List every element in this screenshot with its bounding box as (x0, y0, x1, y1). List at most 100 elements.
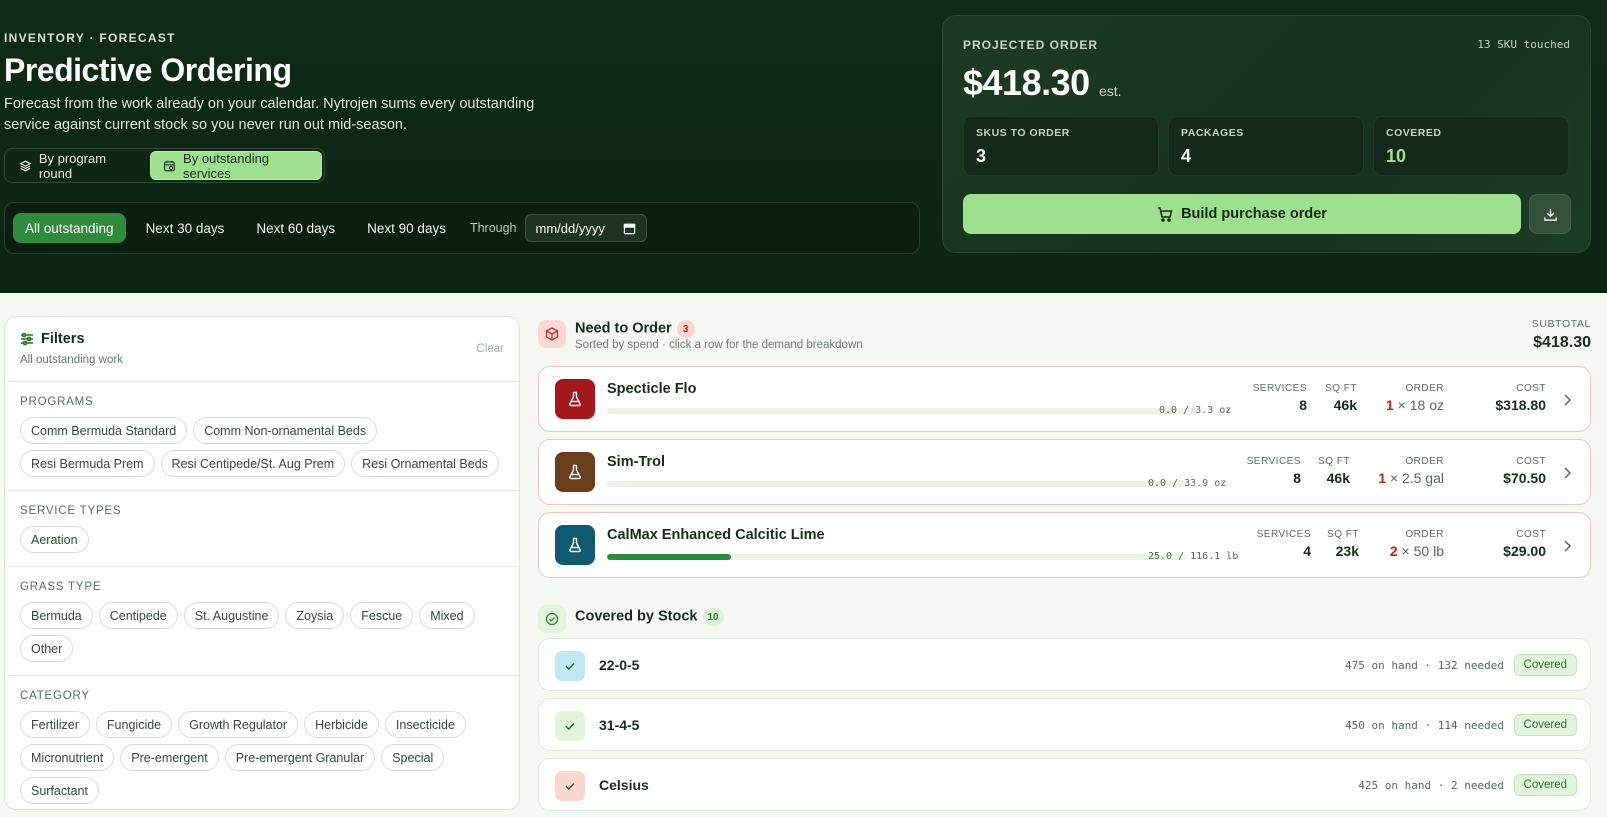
filters-panel: Filters All outstanding work Clear PROGR… (4, 316, 520, 810)
filter-chip[interactable]: Centipede (98, 602, 178, 629)
flask-icon (555, 525, 595, 565)
stat-skus-to-order: SKUS TO ORDER 3 (963, 116, 1159, 176)
filter-chip[interactable]: Aeration (20, 526, 89, 553)
services-value: 8 (1293, 470, 1301, 486)
check-circle-icon (538, 605, 566, 633)
filter-chip[interactable]: Comm Non-ornamental Beds (193, 417, 378, 444)
covered-row[interactable]: Celsius 425 on hand · 2 needed Covered (538, 758, 1591, 811)
product-name: Celsius (599, 777, 649, 793)
check-icon (555, 711, 585, 741)
order-value: 1 × 2.5 gal (1378, 470, 1444, 486)
filter-section-programs: PROGRAMS Comm Bermuda Standard Comm Non-or… (5, 382, 519, 491)
stat-packages: PACKAGES 4 (1168, 116, 1364, 176)
need-to-order-title: Need to Order 3 (575, 320, 695, 338)
through-date-input[interactable]: mm/dd/yyyy (524, 214, 647, 242)
stock-ratio: 0.0 / 33.9 oz (1148, 478, 1227, 489)
estimate-suffix: est. (1099, 83, 1122, 99)
section-title-text: Need to Order (575, 320, 672, 337)
stock-progress-bar (607, 408, 1197, 414)
range-next-30-days[interactable]: Next 30 days (134, 213, 237, 243)
order-unit: × 18 oz (1397, 397, 1444, 413)
sqft-value: 46k (1333, 397, 1357, 413)
stat-label: PACKAGES (1181, 127, 1244, 139)
chevron-right-icon[interactable] (1562, 466, 1572, 480)
covered-title: Covered by Stock 10 (575, 608, 724, 626)
order-value: 1 × 18 oz (1386, 397, 1444, 413)
col-label: SERVICES (1252, 383, 1307, 394)
services-value: 4 (1303, 543, 1311, 559)
order-row[interactable]: CalMax Enhanced Calcitic Lime 25.0 / 116.… (538, 512, 1591, 578)
services-column: SERVICES 8 (1253, 383, 1307, 413)
stock-ratio: 0.0 / 3.3 oz (1159, 405, 1232, 416)
range-all-outstanding[interactable]: All outstanding (13, 213, 126, 243)
clear-filters-button[interactable]: Clear (477, 343, 504, 355)
order-row[interactable]: Specticle Flo 0.0 / 3.3 oz SERVICES 8 SQ FT 4… (538, 366, 1591, 432)
order-qty: 1 (1385, 397, 1394, 413)
filter-section-service-types: SERVICE TYPES Aeration (5, 491, 519, 567)
cost-column: COST $318.80 (1495, 383, 1546, 413)
mode-by-program-round[interactable]: By program round (7, 151, 146, 181)
filters-header: Filters All outstanding work Clear (5, 317, 519, 382)
range-next-60-days[interactable]: Next 60 days (244, 213, 347, 243)
col-label: COST (1516, 529, 1546, 540)
stock-summary: 450 on hand · 114 needed (1345, 719, 1504, 732)
filter-chip[interactable]: Resi Ornamental Beds (351, 450, 499, 477)
sqft-column: SQ FT 46k (1318, 456, 1350, 486)
filter-chip[interactable]: Special (381, 744, 445, 771)
col-label: ORDER (1405, 529, 1444, 540)
filter-chip[interactable]: Other (20, 635, 74, 662)
filter-chip[interactable]: Fertilizer (20, 711, 90, 738)
projected-order-label: PROJECTED ORDER (963, 38, 1099, 52)
build-purchase-order-button[interactable]: Build purchase order (963, 194, 1521, 234)
filter-chip[interactable]: Zoysia (285, 602, 345, 629)
filter-chip[interactable]: St. Augustine (183, 602, 280, 629)
order-row[interactable]: Sim-Trol 0.0 / 33.9 oz SERVICES 8 SQ FT 46k OR… (538, 439, 1591, 505)
order-column: ORDER 2 × 50 lb (1390, 529, 1444, 559)
covered-row[interactable]: 22-0-5 475 on hand · 132 needed Covered (538, 638, 1591, 691)
filter-chip[interactable]: Resi Bermuda Prem (20, 450, 155, 477)
package-icon (538, 320, 566, 348)
col-label: ORDER (1405, 456, 1444, 467)
filter-chip[interactable]: Resi Centipede/St. Aug Prem (160, 450, 346, 477)
range-next-90-days[interactable]: Next 90 days (355, 213, 458, 243)
filter-chip[interactable]: Pre-emergent Granular (224, 744, 376, 771)
filter-chip[interactable]: Fescue (350, 602, 414, 629)
calendar-icon (164, 160, 175, 171)
stock-progress-bar (607, 481, 1186, 487)
calendar-icon[interactable] (623, 222, 636, 235)
filter-chip[interactable]: Comm Bermuda Standard (20, 417, 188, 444)
order-qty: 1 (1378, 470, 1386, 486)
flask-icon (555, 452, 595, 492)
filter-chip[interactable]: Fungicide (95, 711, 173, 738)
col-label: SERVICES (1256, 529, 1311, 540)
mode-by-outstanding-services[interactable]: By outstanding services (150, 150, 322, 181)
product-name: Specticle Flo (607, 381, 697, 397)
filter-chip[interactable]: Growth Regulator (178, 711, 299, 738)
filter-chip[interactable]: Mixed (419, 602, 475, 629)
date-placeholder: mm/dd/yyyy (535, 220, 605, 236)
cost-column: COST $29.00 (1503, 529, 1546, 559)
services-value: 8 (1299, 397, 1307, 413)
filter-chip[interactable]: Pre-emergent (120, 744, 219, 771)
product-name: 31-4-5 (599, 717, 640, 733)
col-label: SERVICES (1246, 456, 1301, 467)
page-title: Predictive Ordering (4, 52, 292, 88)
download-icon (1543, 208, 1557, 221)
chevron-right-icon[interactable] (1562, 393, 1572, 407)
filter-chip[interactable]: Surfactant (20, 777, 99, 804)
order-qty: 2 (1389, 543, 1398, 559)
download-button[interactable] (1529, 194, 1571, 234)
filter-chip[interactable]: Micronutrient (20, 744, 115, 771)
chevron-right-icon[interactable] (1562, 539, 1572, 553)
filter-chip-group: Bermuda Centipede St. Augustine Zoysia Fescu… (20, 602, 504, 662)
filter-chip[interactable]: Bermuda (20, 602, 93, 629)
covered-row[interactable]: 31-4-5 450 on hand · 114 needed Covered (538, 698, 1591, 751)
filter-chip[interactable]: Herbicide (304, 711, 379, 738)
need-to-order-subtitle: Sorted by spend · click a row for the de… (575, 339, 863, 351)
services-column: SERVICES 8 (1247, 456, 1301, 486)
mode-label: By outstanding services (183, 150, 270, 181)
stock-ratio: 25.0 / 116.1 lb (1148, 551, 1239, 562)
filter-chip[interactable]: Insecticide (384, 711, 466, 738)
stat-value: 4 (1181, 146, 1192, 166)
sliders-icon (21, 332, 33, 346)
